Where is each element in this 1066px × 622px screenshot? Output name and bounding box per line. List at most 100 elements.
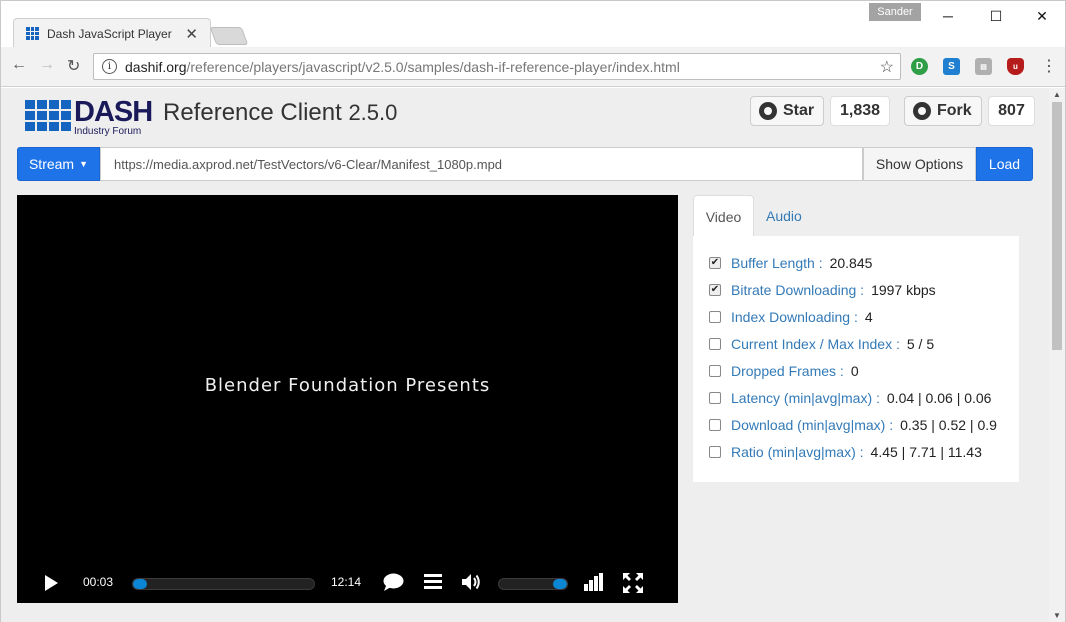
- scrollbar-thumb[interactable]: [1052, 102, 1062, 350]
- stat-value: 0.35 | 0.52 | 0.9: [900, 417, 997, 433]
- stat-row-index-downloading: Index Downloading : 4: [709, 307, 1005, 327]
- buffer-length-checkbox[interactable]: ✔: [709, 257, 721, 269]
- load-button[interactable]: Load: [976, 147, 1033, 181]
- ratio-checkbox[interactable]: [709, 446, 721, 458]
- minimize-button[interactable]: ─: [925, 1, 971, 31]
- stat-label: Index Downloading :: [731, 309, 858, 325]
- stat-row-latency: Latency (min|avg|max) : 0.04 | 0.06 | 0.…: [709, 388, 1005, 408]
- stat-label: Download (min|avg|max) :: [731, 417, 894, 433]
- scroll-up-icon[interactable]: ▲: [1053, 90, 1061, 99]
- url-host: dashif.org: [125, 58, 187, 75]
- play-icon[interactable]: [45, 575, 58, 591]
- stat-label: Ratio (min|avg|max) :: [731, 444, 864, 460]
- stat-label: Latency (min|avg|max) :: [731, 390, 880, 406]
- ublock-shield-icon[interactable]: u: [1007, 58, 1024, 75]
- scroll-down-icon[interactable]: ▼: [1053, 611, 1061, 620]
- stat-row-ratio: Ratio (min|avg|max) : 4.45 | 7.71 | 11.4…: [709, 442, 1005, 462]
- seek-bar[interactable]: [132, 578, 315, 590]
- page-scrollbar[interactable]: ▲ ▼: [1049, 88, 1065, 622]
- github-star-button[interactable]: Star: [750, 96, 824, 126]
- stat-label: Buffer Length :: [731, 255, 823, 271]
- bitrate-bars-icon[interactable]: [584, 573, 603, 595]
- current-time: 00:03: [83, 575, 114, 589]
- stat-row-current-max-index: Current Index / Max Index : 5 / 5: [709, 334, 1005, 354]
- stat-row-bitrate-downloading: ✔ Bitrate Downloading : 1997 kbps: [709, 280, 1005, 300]
- captions-icon[interactable]: [383, 573, 404, 595]
- stat-value: 0.04 | 0.06 | 0.06: [886, 390, 992, 406]
- tab-audio[interactable]: Audio: [766, 208, 802, 224]
- star-label: Star: [783, 102, 815, 119]
- browser-tab[interactable]: Dash JavaScript Player ✕: [13, 18, 211, 48]
- stat-label: Current Index / Max Index :: [731, 336, 900, 352]
- video-caption: Blender Foundation Presents: [204, 375, 491, 396]
- close-tab-icon[interactable]: ✕: [185, 25, 198, 43]
- dropped-frames-checkbox[interactable]: [709, 365, 721, 377]
- duration: 12:14: [331, 575, 362, 589]
- new-tab-button[interactable]: [209, 27, 249, 45]
- github-fork-button[interactable]: Fork: [904, 96, 982, 126]
- stream-url-bar: Stream ▼ https://media.axprod.net/TestVe…: [17, 147, 1033, 181]
- stat-value: 4: [864, 309, 873, 325]
- seek-bar-fill: [133, 579, 148, 589]
- latency-checkbox[interactable]: [709, 392, 721, 404]
- info-icon[interactable]: i: [102, 59, 117, 74]
- dash-logo-grid-icon: [25, 100, 71, 131]
- volume-icon[interactable]: [462, 573, 482, 595]
- show-options-button[interactable]: Show Options: [863, 147, 976, 181]
- stream-label: Stream: [28, 156, 75, 172]
- fullscreen-icon[interactable]: [623, 573, 643, 597]
- menu-kebab-icon[interactable]: ⋮: [1041, 56, 1057, 76]
- current-index-checkbox[interactable]: [709, 338, 721, 350]
- page-title: Reference Client 2.5.0: [163, 99, 397, 127]
- bookmark-star-icon[interactable]: ☆: [880, 57, 894, 77]
- dash-favicon-icon: [26, 27, 39, 40]
- browser-titlebar: Dash JavaScript Player ✕ Sander ─ ☐ ✕: [1, 1, 1065, 48]
- stat-value: 0: [850, 363, 859, 379]
- fork-count[interactable]: 807: [988, 96, 1035, 126]
- forward-arrow-icon[interactable]: →: [39, 56, 55, 74]
- page-title-text: Reference Client: [163, 99, 342, 126]
- stat-row-buffer-length: ✔ Buffer Length : 20.845: [709, 253, 1005, 273]
- extension-skype-icon[interactable]: S: [943, 58, 960, 75]
- volume-slider[interactable]: [498, 578, 568, 590]
- back-arrow-icon[interactable]: ←: [11, 56, 27, 74]
- stat-value: 5 / 5: [906, 336, 935, 352]
- profile-button[interactable]: Sander: [869, 3, 921, 21]
- page-content: DASH Industry Forum Reference Client 2.5…: [1, 88, 1049, 622]
- extension-gray-icon[interactable]: ▤: [975, 58, 992, 75]
- caret-down-icon: ▼: [79, 159, 89, 169]
- logo-subtitle: Industry Forum: [74, 126, 142, 137]
- github-icon: [759, 102, 777, 120]
- stats-tabs: Video Audio: [693, 195, 1019, 237]
- logo-word: DASH: [74, 96, 153, 128]
- extension-green-icon[interactable]: D: [911, 58, 928, 75]
- star-count[interactable]: 1,838: [830, 96, 890, 126]
- dash-logo[interactable]: DASH Industry Forum: [25, 96, 153, 137]
- stream-url-input[interactable]: https://media.axprod.net/TestVectors/v6-…: [100, 147, 863, 181]
- stat-value: 1997 kbps: [871, 282, 936, 298]
- video-player[interactable]: Blender Foundation Presents 00:03 12:14: [17, 195, 678, 603]
- address-bar[interactable]: i dashif.org/reference/players/javascrip…: [93, 53, 901, 80]
- github-icon: [913, 102, 931, 120]
- stat-label: Bitrate Downloading :: [731, 282, 865, 298]
- stat-value: 4.45 | 7.71 | 11.43: [870, 444, 982, 460]
- index-downloading-checkbox[interactable]: [709, 311, 721, 323]
- download-checkbox[interactable]: [709, 419, 721, 431]
- track-list-icon[interactable]: [424, 573, 442, 593]
- volume-slider-fill: [553, 579, 567, 589]
- url-path: /reference/players/javascript/v2.5.0/sam…: [186, 58, 680, 75]
- stat-label: Dropped Frames :: [731, 363, 844, 379]
- stat-value: 20.845: [829, 255, 873, 271]
- version-label: 2.5.0: [348, 100, 398, 125]
- reload-icon[interactable]: ↻: [67, 56, 80, 76]
- stat-row-dropped-frames: Dropped Frames : 0: [709, 361, 1005, 381]
- maximize-button[interactable]: ☐: [973, 1, 1019, 31]
- stat-row-download: Download (min|avg|max) : 0.35 | 0.52 | 0…: [709, 415, 1005, 435]
- stream-dropdown-button[interactable]: Stream ▼: [17, 147, 100, 181]
- video-stats-panel: ✔ Buffer Length : 20.845 ✔ Bitrate Downl…: [693, 236, 1019, 482]
- browser-toolbar: ← → ↻ i dashif.org/reference/players/jav…: [1, 47, 1065, 87]
- tab-video[interactable]: Video: [693, 195, 754, 237]
- bitrate-downloading-checkbox[interactable]: ✔: [709, 284, 721, 296]
- player-controls: 00:03 12:14: [17, 567, 678, 597]
- close-window-button[interactable]: ✕: [1019, 1, 1065, 31]
